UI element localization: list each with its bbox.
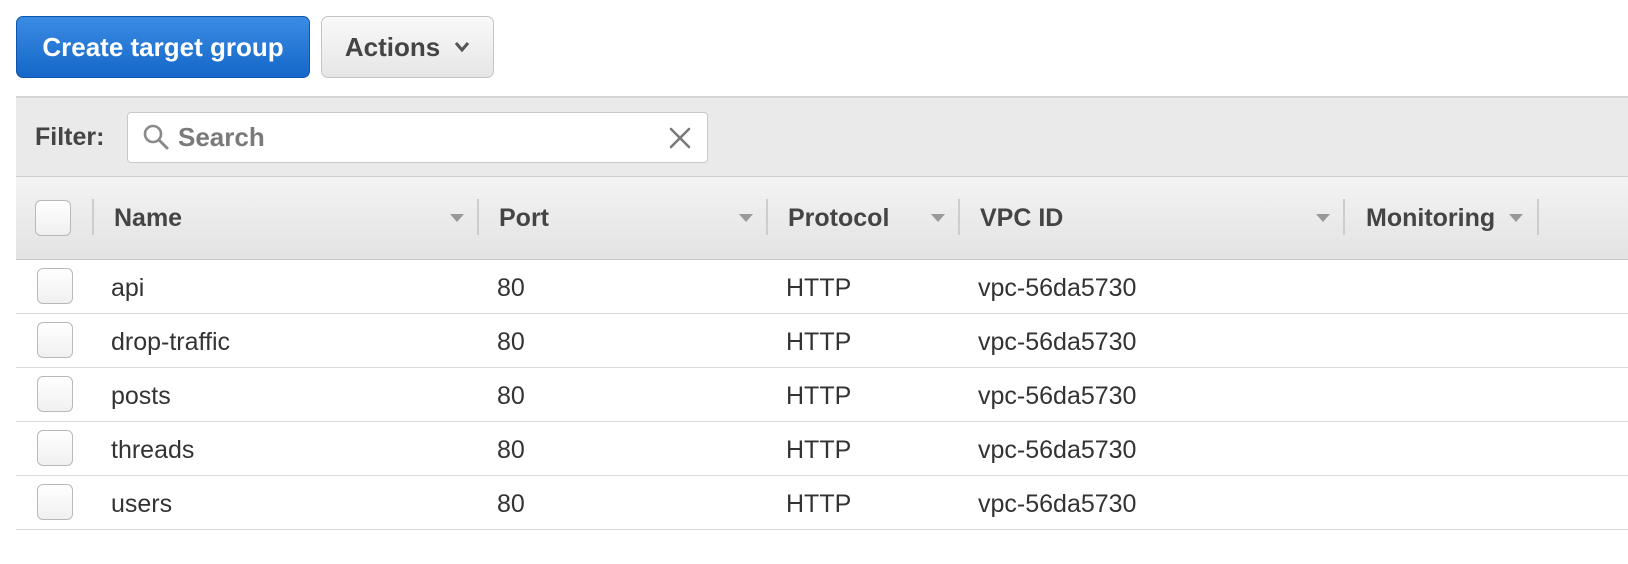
cell-name: threads xyxy=(111,436,195,464)
cell-protocol: HTTP xyxy=(786,274,852,302)
column-header-name[interactable]: Name xyxy=(114,204,182,233)
filter-label: Filter: xyxy=(35,122,105,151)
row-checkbox[interactable] xyxy=(37,268,73,304)
table-row[interactable]: drop-traffic 80 HTTP vpc-56da5730 xyxy=(16,314,1628,368)
create-target-group-button[interactable]: Create target group xyxy=(16,16,310,78)
select-all-checkbox[interactable] xyxy=(35,200,71,236)
column-header-protocol[interactable]: Protocol xyxy=(788,204,889,233)
table-header: Name Port Protocol VPC ID Monitoring xyxy=(16,176,1628,260)
search-icon xyxy=(143,124,169,150)
row-checkbox[interactable] xyxy=(37,322,73,358)
cell-name: drop-traffic xyxy=(111,328,231,356)
sort-down-icon[interactable] xyxy=(450,214,464,223)
cell-port: 80 xyxy=(497,274,525,302)
row-checkbox[interactable] xyxy=(37,484,73,520)
column-divider xyxy=(477,199,479,235)
actions-label: Actions xyxy=(344,31,441,62)
cell-name: api xyxy=(111,274,145,302)
search-input[interactable] xyxy=(176,120,640,154)
sort-down-icon[interactable] xyxy=(1316,214,1330,223)
cell-vpc-id: vpc-56da5730 xyxy=(978,328,1137,356)
cell-port: 80 xyxy=(497,490,525,518)
cell-name: users xyxy=(111,490,173,518)
column-header-monitoring[interactable]: Monitoring xyxy=(1366,204,1495,233)
table-row[interactable]: api 80 HTTP vpc-56da5730 xyxy=(16,260,1628,314)
cell-vpc-id: vpc-56da5730 xyxy=(978,490,1137,518)
actions-dropdown-button[interactable]: Actions xyxy=(321,16,494,78)
cell-protocol: HTTP xyxy=(786,382,852,410)
column-divider xyxy=(766,199,768,235)
table-row[interactable]: users 80 HTTP vpc-56da5730 xyxy=(16,476,1628,530)
sort-down-icon[interactable] xyxy=(931,214,945,223)
cell-protocol: HTTP xyxy=(786,328,852,356)
cell-vpc-id: vpc-56da5730 xyxy=(978,382,1137,410)
filter-bar: Filter: xyxy=(16,96,1628,176)
cell-protocol: HTTP xyxy=(786,436,852,464)
close-icon[interactable] xyxy=(667,125,693,151)
chevron-down-icon xyxy=(455,42,470,53)
column-divider xyxy=(1537,199,1539,235)
column-divider xyxy=(92,199,94,235)
column-divider xyxy=(1343,199,1345,235)
cell-port: 80 xyxy=(497,382,525,410)
cell-protocol: HTTP xyxy=(786,490,852,518)
table-row[interactable]: threads 80 HTTP vpc-56da5730 xyxy=(16,422,1628,476)
column-header-port[interactable]: Port xyxy=(499,204,549,233)
cell-vpc-id: vpc-56da5730 xyxy=(978,436,1137,464)
cell-port: 80 xyxy=(497,328,525,356)
sort-down-icon[interactable] xyxy=(739,214,753,223)
table-row[interactable]: posts 80 HTTP vpc-56da5730 xyxy=(16,368,1628,422)
search-box[interactable] xyxy=(127,111,708,163)
cell-port: 80 xyxy=(497,436,525,464)
target-groups-panel: Filter: Name Port Protocol VPC ID Monito… xyxy=(16,96,1628,530)
column-divider xyxy=(958,199,960,235)
sort-down-icon[interactable] xyxy=(1509,214,1523,223)
column-header-vpc-id[interactable]: VPC ID xyxy=(980,204,1063,233)
row-checkbox[interactable] xyxy=(37,376,73,412)
toolbar: Create target group Actions xyxy=(16,16,494,78)
cell-vpc-id: vpc-56da5730 xyxy=(978,274,1137,302)
row-checkbox[interactable] xyxy=(37,430,73,466)
cell-name: posts xyxy=(111,382,171,410)
